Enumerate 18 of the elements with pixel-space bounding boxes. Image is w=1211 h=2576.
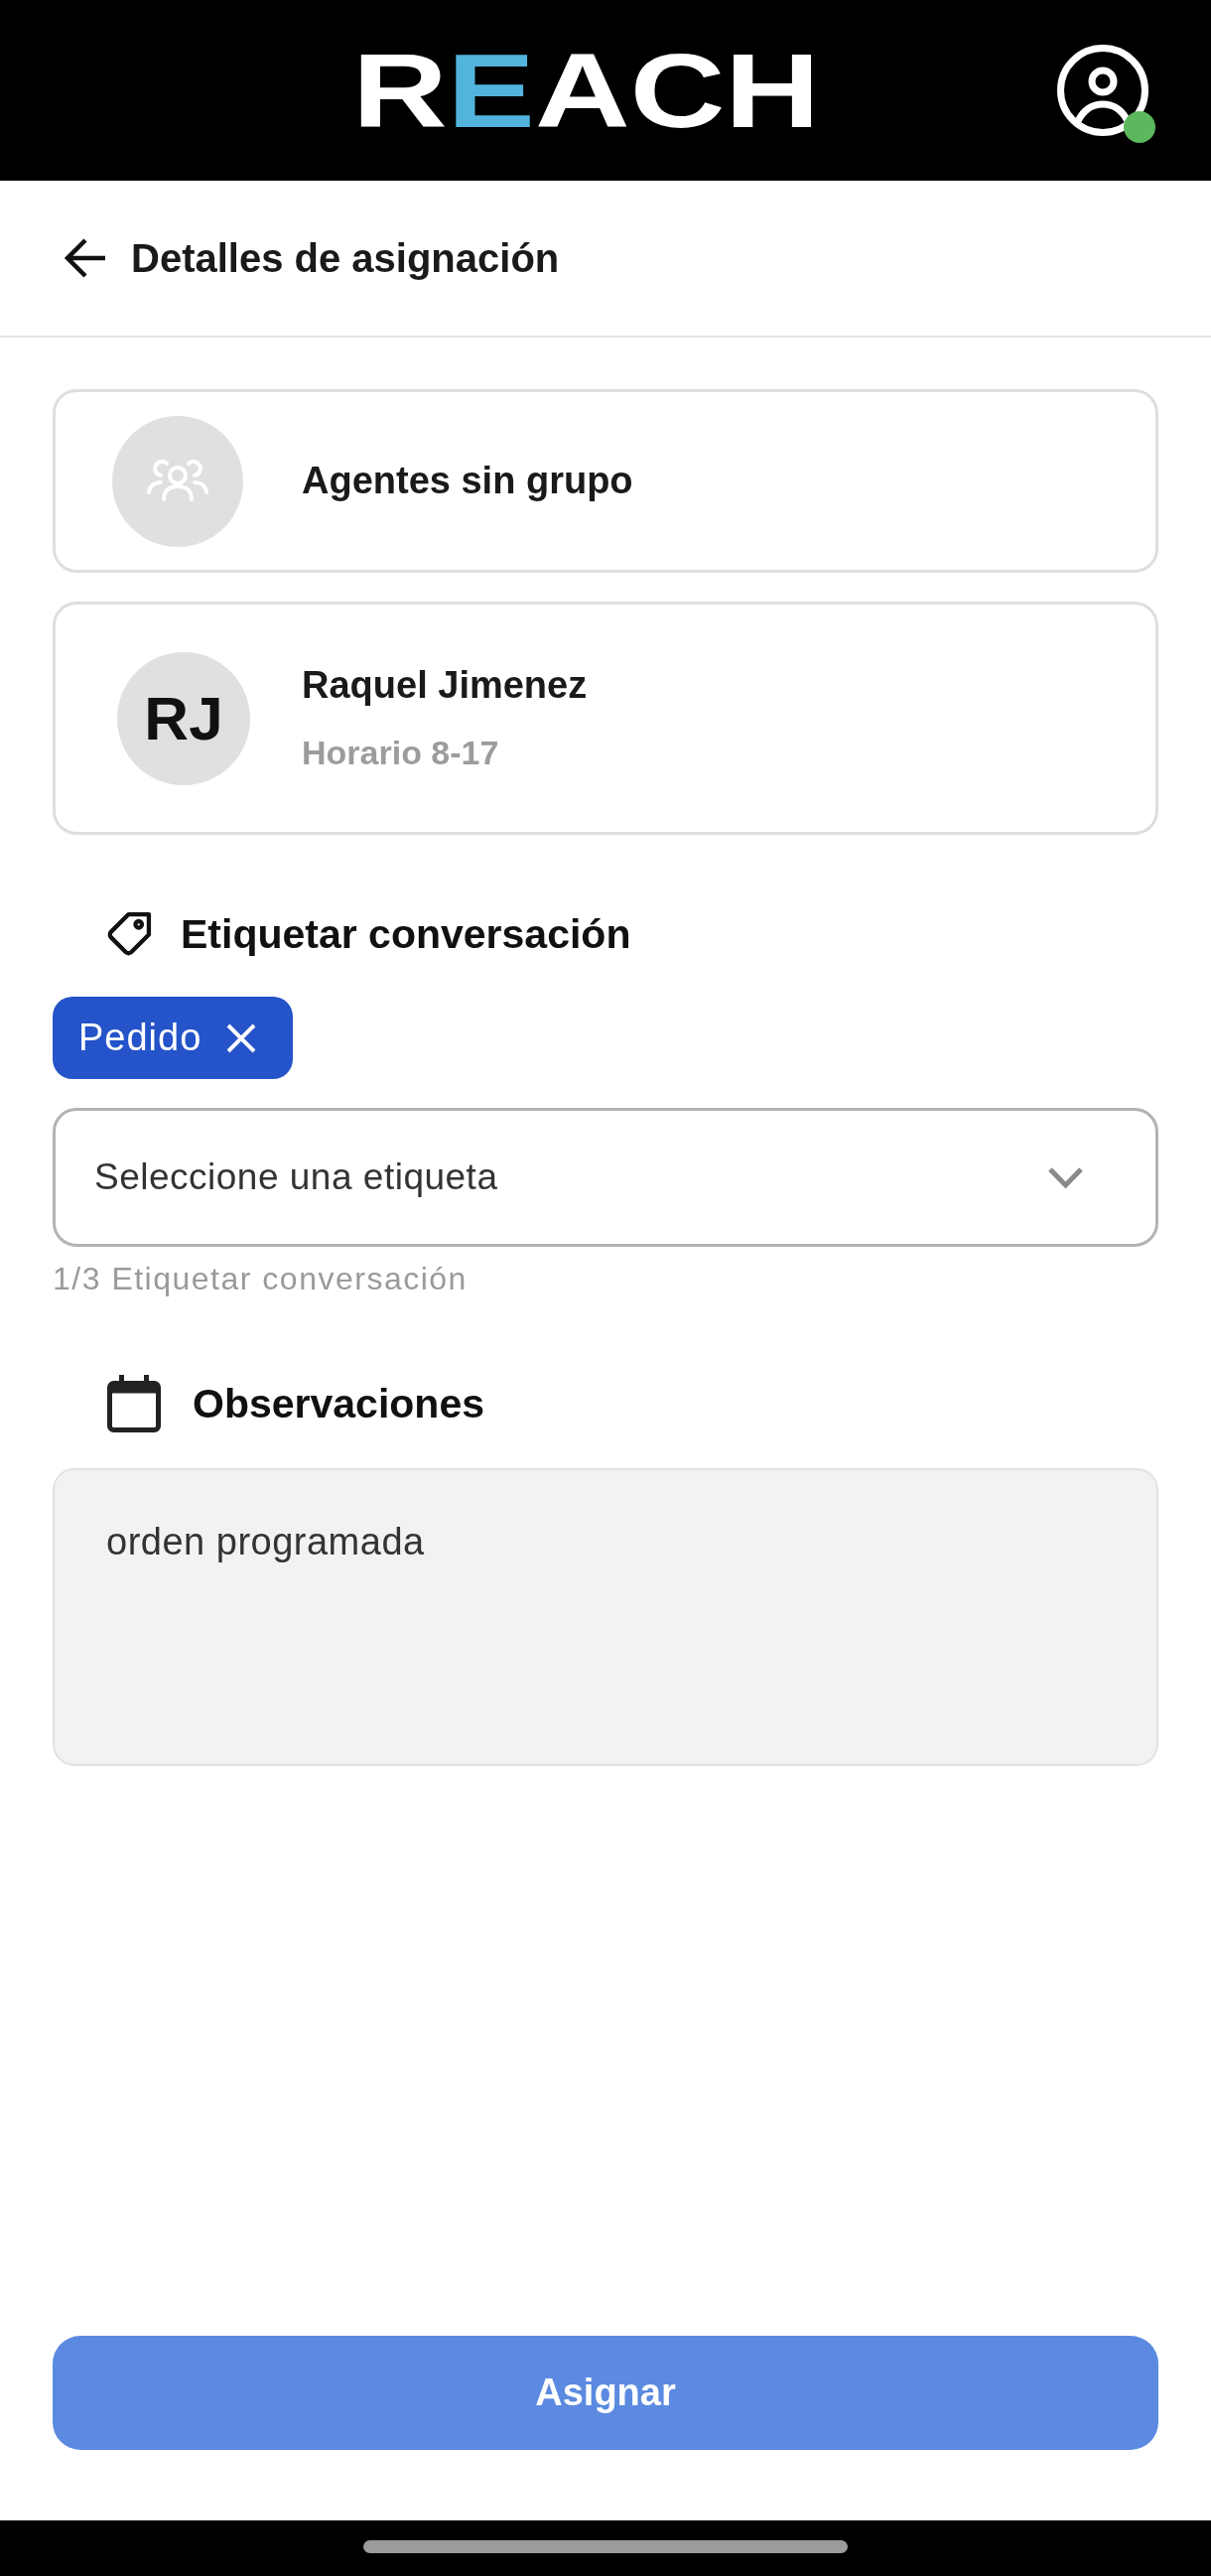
- user-icon[interactable]: [1057, 45, 1148, 136]
- group-name: Agentes sin grupo: [302, 458, 633, 503]
- helper-text: 1/3 Etiquetar conversación: [53, 1260, 469, 1298]
- section-title: Etiquetar conversación: [181, 910, 631, 958]
- close-icon[interactable]: [225, 1021, 258, 1054]
- calendar-icon: [107, 1375, 161, 1432]
- agent-schedule: Horario 8-17: [302, 732, 500, 773]
- back-arrow-icon[interactable]: [63, 237, 106, 279]
- app-logo: REACH: [351, 38, 820, 143]
- notes-field[interactable]: orden programada: [53, 1468, 1158, 1766]
- page-title: Detalles de asignación: [131, 235, 560, 281]
- initials-avatar: RJ: [117, 651, 250, 785]
- tag-chip[interactable]: Pedido: [53, 997, 294, 1079]
- section-title: Observaciones: [193, 1380, 484, 1427]
- chevron-down-icon: [1047, 1165, 1084, 1189]
- tag-select[interactable]: Seleccione una etiqueta: [53, 1108, 1158, 1247]
- agent-name: Raquel Jimenez: [302, 663, 588, 709]
- group-avatar-icon: [112, 415, 243, 547]
